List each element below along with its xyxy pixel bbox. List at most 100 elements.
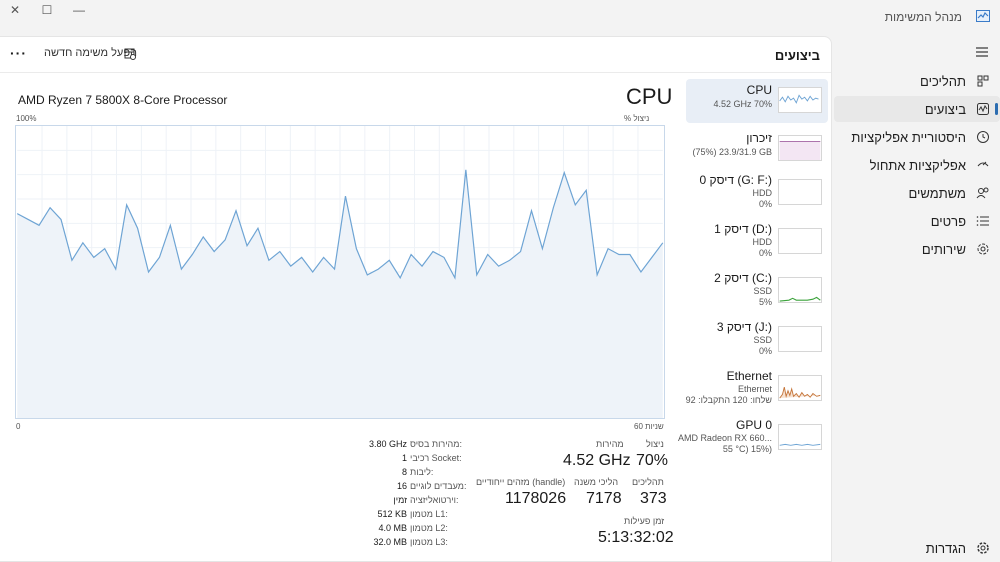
uptime-value: 5:13:32:02 bbox=[598, 529, 674, 546]
device-item-disk-3[interactable]: דיסק 3 (J:) SSD 0% bbox=[686, 316, 828, 360]
title-bar: ✕ ☐ — מנהל המשימות bbox=[0, 0, 1000, 36]
processes-label: תהליכים bbox=[632, 477, 664, 487]
sidebar-item-details[interactable]: פרטים bbox=[834, 208, 1000, 234]
x-axis-right-label: 60 שניות bbox=[634, 422, 664, 431]
sidebar-item-users[interactable]: משתמשים bbox=[834, 180, 1000, 206]
device-subtitle: SSD bbox=[753, 286, 772, 296]
handles-label: מזהים ייחודיים (handle) bbox=[476, 477, 566, 487]
device-title: Ethernet bbox=[726, 369, 772, 383]
cpu-thumbnail-graph bbox=[778, 87, 822, 113]
device-subtitle: 4.52 GHz 70% bbox=[713, 99, 772, 109]
gear-icon bbox=[977, 542, 989, 554]
spec-key: מטמון L1: bbox=[410, 509, 448, 519]
ethernet-thumbnail-graph bbox=[778, 375, 822, 401]
threads-value: 7178 bbox=[586, 490, 622, 507]
utilization-value: 70% bbox=[636, 452, 669, 469]
sidebar-item-services[interactable]: שירותים bbox=[834, 236, 1000, 262]
spec-value: 1 bbox=[401, 453, 407, 463]
device-item-disk-0[interactable]: דיסק 0 (G: F:) HDD 0% bbox=[686, 169, 828, 213]
device-item-disk-2[interactable]: דיסק 2 (C:) SSD 5% bbox=[686, 267, 828, 311]
memory-thumbnail-graph bbox=[778, 135, 822, 161]
device-title: דיסק 2 (C:) bbox=[714, 271, 772, 285]
main-header: ··· הפעל משימה חדשה ביצועים bbox=[0, 37, 831, 73]
spec-value: 32.0 MB bbox=[373, 537, 407, 547]
speed-label: מהירות bbox=[596, 439, 624, 449]
utilization-label: ניצול bbox=[646, 439, 664, 449]
spec-value: 16 bbox=[396, 481, 407, 491]
spec-key: רכיבי Socket: bbox=[410, 453, 462, 463]
processes-value: 373 bbox=[640, 490, 667, 507]
y-axis-unit-label: % ניצול bbox=[624, 114, 650, 123]
sidebar-item-label: אפליקציות אתחול bbox=[869, 158, 966, 173]
device-subtitle: HDD bbox=[752, 188, 773, 198]
sidebar-item-label: משתמשים bbox=[908, 186, 966, 201]
spec-value: 3.80 GHz bbox=[368, 439, 407, 449]
history-icon bbox=[977, 131, 989, 143]
new-task-icon[interactable] bbox=[124, 48, 136, 60]
page-title: ביצועים bbox=[774, 48, 820, 63]
device-item-disk-1[interactable]: דיסק 1 (D:) HDD 0% bbox=[686, 218, 828, 262]
spec-key: מעבדים לוגיים: bbox=[410, 481, 467, 491]
device-item-cpu[interactable]: CPU 4.52 GHz 70% bbox=[686, 79, 828, 123]
minimize-button[interactable]: — bbox=[70, 3, 88, 17]
sidebar-item-label: היסטוריית אפליקציות bbox=[851, 130, 966, 145]
sidebar: תהליכים ביצועים היסטוריית אפליקציות אפלי… bbox=[832, 36, 1000, 562]
startup-icon bbox=[977, 161, 989, 167]
device-usage: שלחו: 120 התקבלו: 92 bbox=[685, 395, 772, 405]
close-button[interactable]: ✕ bbox=[6, 3, 24, 17]
device-subtitle: (75%) 23.9/31.9 GB bbox=[692, 147, 772, 157]
app-title: מנהל המשימות bbox=[884, 10, 962, 24]
disk-thumbnail-graph bbox=[778, 326, 822, 352]
maximize-button[interactable]: ☐ bbox=[38, 3, 56, 17]
device-usage: 0% bbox=[758, 346, 772, 356]
settings-label: הגדרות bbox=[925, 541, 966, 556]
hamburger-menu-icon[interactable] bbox=[974, 44, 990, 60]
cpu-model-name: AMD Ryzen 7 5800X 8-Core Processor bbox=[18, 93, 228, 107]
x-axis-left-label: 0 bbox=[16, 422, 21, 431]
sidebar-item-processes[interactable]: תהליכים bbox=[834, 68, 1000, 94]
device-usage: 5% bbox=[758, 297, 772, 307]
settings-button[interactable]: הגדרות bbox=[834, 538, 1000, 558]
threads-label: הליכי משנה bbox=[574, 477, 619, 487]
sidebar-item-label: פרטים bbox=[930, 214, 966, 229]
cpu-heading: CPU bbox=[626, 84, 673, 109]
speed-value: 4.52 GHz bbox=[563, 452, 631, 469]
device-usage: 0% bbox=[758, 248, 772, 258]
device-subtitle: HDD bbox=[752, 237, 773, 247]
sidebar-item-label: ביצועים bbox=[924, 102, 966, 117]
handles-value: 1178026 bbox=[505, 490, 567, 507]
details-icon bbox=[976, 216, 989, 226]
disk-thumbnail-graph bbox=[778, 277, 822, 303]
spec-value: זמין bbox=[393, 495, 407, 505]
device-usage: 0% bbox=[758, 199, 772, 209]
spec-key: מהירות בסיס: bbox=[410, 439, 462, 449]
sidebar-item-performance[interactable]: ביצועים bbox=[834, 96, 1000, 122]
device-title: GPU 0 bbox=[735, 418, 772, 432]
device-title: דיסק 0 (G: F:) bbox=[699, 173, 773, 187]
task-manager-icon bbox=[976, 10, 990, 22]
device-subtitle: Ethernet bbox=[737, 384, 772, 394]
device-list: CPU 4.52 GHz 70% זיכרון (75%) 23.9/31.9 … bbox=[678, 79, 830, 561]
sidebar-item-label: שירותים bbox=[921, 242, 966, 257]
device-subtitle: AMD Radeon RX 660... bbox=[677, 433, 772, 443]
more-options-button[interactable]: ··· bbox=[10, 45, 27, 61]
uptime-label: זמן פעילות bbox=[624, 516, 665, 526]
spec-key: ליבות: bbox=[410, 467, 434, 477]
spec-value: 512 KB bbox=[377, 509, 407, 519]
spec-key: מטמון L2: bbox=[410, 523, 448, 533]
disk-thumbnail-graph bbox=[778, 228, 822, 254]
device-item-gpu[interactable]: GPU 0 AMD Radeon RX 660... 55 °C) 15%) bbox=[678, 414, 828, 458]
gpu-thumbnail-graph bbox=[778, 424, 822, 450]
device-title: CPU bbox=[746, 83, 772, 97]
spec-value: 4.0 MB bbox=[378, 523, 407, 533]
device-item-ethernet[interactable]: Ethernet Ethernet שלחו: 120 התקבלו: 92 bbox=[686, 365, 828, 409]
main-panel: ··· הפעל משימה חדשה ביצועים AMD Ryzen 7 … bbox=[0, 36, 832, 562]
device-subtitle: SSD bbox=[753, 335, 772, 345]
sidebar-item-startup-apps[interactable]: אפליקציות אתחול bbox=[834, 152, 1000, 178]
disk-thumbnail-graph bbox=[778, 179, 822, 205]
sidebar-item-label: תהליכים bbox=[920, 74, 966, 89]
device-item-memory[interactable]: זיכרון (75%) 23.9/31.9 GB bbox=[686, 127, 828, 171]
spec-value: 8 bbox=[401, 467, 407, 477]
spec-key: מטמון L3: bbox=[410, 537, 448, 547]
sidebar-item-app-history[interactable]: היסטוריית אפליקציות bbox=[834, 124, 1000, 150]
